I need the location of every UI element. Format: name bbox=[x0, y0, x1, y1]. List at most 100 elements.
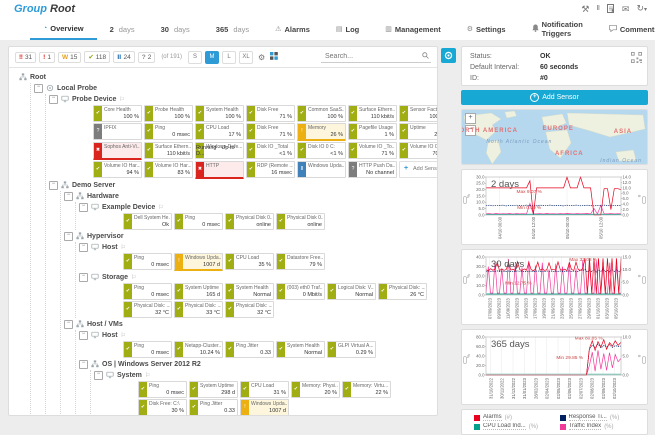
sensor-box-ipfix[interactable]: ?IPFIX bbox=[93, 123, 142, 140]
sensor-box-ping[interactable]: ✔Ping0 msec bbox=[123, 283, 172, 300]
filter-badge[interactable]: ‼31 bbox=[15, 52, 36, 63]
add-sensor-tile[interactable]: +Add Sensor bbox=[399, 161, 438, 178]
sensor-box-ping-jitter[interactable]: ✔Ping Jitter0.33 bbox=[189, 399, 238, 416]
tree-label-system[interactable]: System bbox=[117, 372, 142, 379]
sensor-box-disk-free[interactable]: ✔Disk Free71 % bbox=[246, 105, 295, 122]
tab-comments[interactable]: Comments bbox=[596, 18, 655, 40]
sensor-box-surface-ethern[interactable]: ✔Surface Ethern...110 kbit/s bbox=[348, 105, 397, 122]
tab-management[interactable]: ▥Management bbox=[372, 18, 453, 40]
priority-flag-icon[interactable]: ⚐ bbox=[121, 244, 126, 251]
sensor-box-system-health[interactable]: ✔System HealthNormal bbox=[276, 341, 325, 358]
collapse-toggle[interactable]: − bbox=[79, 360, 88, 369]
sensor-box-core-health[interactable]: ✔Core Health100 % bbox=[93, 105, 142, 122]
sensor-box-windows-defe[interactable]: ✔Windows Defe...Running - Up to D... bbox=[195, 142, 244, 159]
geo-map-pin-button[interactable] bbox=[441, 48, 456, 63]
priority-flag-icon[interactable]: ⚐ bbox=[119, 96, 124, 103]
sensor-box-datastore-free[interactable]: ✔Datastore Free...79 % bbox=[276, 253, 325, 270]
sensor-box-memory-physi[interactable]: ✔Memory: Physi...20 % bbox=[291, 381, 340, 398]
collapse-toggle[interactable]: − bbox=[49, 181, 58, 190]
sensor-box-system-uptime[interactable]: ✔System Uptime165 d bbox=[174, 283, 223, 300]
tab-log[interactable]: ▤Log bbox=[323, 18, 372, 40]
sensor-box-logical-disk-v[interactable]: ✔Logical Disk: V...Normal bbox=[327, 283, 376, 300]
tools-icon[interactable]: ⚒ bbox=[581, 4, 589, 14]
geo-map[interactable]: + − NORTH AMERICAEUROPEASIAAFRICANorth A… bbox=[461, 109, 648, 165]
sensor-box-cpu-load[interactable]: ✔CPU Load17 % bbox=[195, 123, 244, 140]
sensor-box-ping[interactable]: ✔Ping0 msec bbox=[123, 253, 172, 270]
filter-badge[interactable]: ?2 bbox=[138, 52, 156, 63]
sensor-box-windows-upda[interactable]: !Windows Upda...1007 d bbox=[174, 253, 223, 271]
sensor-box-sophos-anti-vi[interactable]: ✖Sophos Anti-Vi... bbox=[93, 142, 142, 160]
tab-overview[interactable]: ◔Overview bbox=[30, 18, 97, 40]
sensor-box-uptime[interactable]: ✔Uptime26 d bbox=[399, 123, 438, 140]
graph-pin-icon[interactable] bbox=[463, 276, 467, 286]
sensor-box-rdp-remote[interactable]: ✔RDP (Remote ...16 msec bbox=[246, 161, 295, 178]
sensor-box-physical-disk[interactable]: ✔Physical Disk: ...32 °C bbox=[123, 301, 172, 318]
collapse-toggle[interactable]: − bbox=[94, 371, 103, 380]
tab-30-days[interactable]: 30days bbox=[148, 18, 203, 40]
priority-flag-icon[interactable]: ⚐ bbox=[131, 274, 136, 281]
graph-zoom-icon[interactable] bbox=[642, 356, 646, 366]
filter-badge[interactable]: ✔118 bbox=[84, 51, 110, 63]
map-zoom-in-button[interactable]: + bbox=[465, 113, 476, 124]
sensor-box-physical-disk[interactable]: ✔Physical Disk: ...32 °C bbox=[225, 301, 274, 318]
graph-pin-icon[interactable] bbox=[463, 356, 467, 366]
sensor-box-system-health[interactable]: ✔System HealthNormal bbox=[225, 283, 274, 300]
sensor-box-ping[interactable]: ✔Ping0 msec bbox=[174, 213, 223, 230]
priority-flag-icon[interactable]: ⚐ bbox=[145, 372, 150, 379]
collapse-toggle[interactable]: − bbox=[79, 273, 88, 282]
graph-zoom-icon[interactable] bbox=[642, 276, 646, 286]
size-button-m[interactable]: M bbox=[205, 51, 219, 64]
search-icon[interactable] bbox=[422, 52, 429, 61]
size-button-l[interactable]: L bbox=[222, 51, 236, 64]
tree-label-host[interactable]: Host bbox=[102, 244, 118, 251]
collapse-toggle[interactable]: − bbox=[49, 95, 58, 104]
tree-label-local-probe[interactable]: Local Probe bbox=[57, 85, 97, 92]
clone-icon[interactable] bbox=[607, 4, 615, 15]
collapse-toggle[interactable]: − bbox=[64, 192, 73, 201]
size-button-xl[interactable]: XL bbox=[239, 51, 253, 64]
search-input[interactable] bbox=[323, 52, 422, 61]
sensor-box-ping[interactable]: ✔Ping0 msec bbox=[144, 123, 193, 140]
sensor-box-physical-disk[interactable]: ✔Physical Disk: ...26 °C bbox=[378, 283, 427, 300]
sensor-box-physical-disk-0[interactable]: ✔Physical Disk 0...online bbox=[225, 213, 274, 230]
tree-label-storage[interactable]: Storage bbox=[102, 274, 128, 281]
tab-alarms[interactable]: ⚠Alarms bbox=[262, 18, 323, 40]
sensor-box-surface-ethern[interactable]: ✔Surface Ethern...110 kbit/s bbox=[144, 142, 193, 159]
sensor-box-disk-io-total[interactable]: ✔Disk IO _Total<1 % bbox=[246, 142, 295, 159]
collapse-toggle[interactable]: − bbox=[64, 232, 73, 241]
size-button-s[interactable]: S bbox=[188, 51, 202, 64]
sensor-box-disk-io-0-c[interactable]: ✔Disk IO 0 C:<1 % bbox=[297, 142, 346, 159]
sensor-box-physical-disk[interactable]: ✔Physical Disk: ...33 °C bbox=[174, 301, 223, 318]
tree-label-demo-server[interactable]: Demo Server bbox=[72, 182, 115, 189]
priority-flag-icon[interactable]: ⚐ bbox=[121, 332, 126, 339]
sensor-box-ping[interactable]: ✔Ping0 msec bbox=[138, 381, 187, 398]
tree-label-hypervisor[interactable]: Hypervisor bbox=[87, 233, 124, 240]
tree-label-hardware[interactable]: Hardware bbox=[87, 193, 119, 200]
graph-pin-icon[interactable] bbox=[463, 196, 467, 206]
sensor-box-system-health[interactable]: ✔System Health100 % bbox=[195, 105, 244, 122]
collapse-toggle[interactable]: − bbox=[79, 331, 88, 340]
legend-label[interactable]: Traffic Index bbox=[569, 423, 602, 430]
qr-code-icon[interactable] bbox=[631, 52, 642, 65]
legend-label[interactable]: CPU Load Ind... bbox=[483, 423, 526, 430]
sensor-box-ping-jitter[interactable]: ✔Ping Jitter0.33 bbox=[225, 341, 274, 358]
tree-label-example-device[interactable]: Example Device bbox=[102, 204, 155, 211]
sensor-box-netapp-cluster[interactable]: ✔Netapp-Cluster...10.24 % bbox=[174, 341, 223, 358]
sensor-box-ping[interactable]: ✔Ping0 msec bbox=[123, 341, 172, 358]
sensor-box-003-eth0-traf[interactable]: ✔(003) eth0 Traf...0 Mbit/s bbox=[276, 283, 325, 300]
tree-label-root[interactable]: Root bbox=[30, 74, 46, 81]
sensor-box-windows-upda[interactable]: ⅡWindows Upda... bbox=[297, 161, 346, 178]
sensor-box-cpu-load[interactable]: ✔CPU Load35 % bbox=[225, 253, 274, 270]
sensor-box-system-uptime[interactable]: ✔System Uptime298 d bbox=[189, 381, 238, 398]
sensor-box-dell-system-he[interactable]: ✔Dell System He...Ok bbox=[123, 213, 172, 230]
tab-notification-triggers[interactable]: Notification Triggers bbox=[519, 18, 596, 40]
sensor-box-glpi-virtual-a[interactable]: ✔GLPI Virtual A...0.29 % bbox=[327, 341, 376, 358]
sensor-box-common-saas[interactable]: ✔Common SaaS...100 % bbox=[297, 105, 346, 122]
tree-label-os-windows-server-2012-r2[interactable]: OS | Windows Server 2012 R2 bbox=[102, 361, 201, 368]
pause-icon[interactable]: Ⅱ bbox=[596, 4, 599, 14]
collapse-toggle[interactable]: − bbox=[79, 243, 88, 252]
tree-settings-gear-icon[interactable]: ⚙ bbox=[258, 53, 265, 62]
tree-label-host-vms[interactable]: Host / VMs bbox=[87, 321, 123, 328]
sensor-box-disk-free[interactable]: ✔Disk Free71 % bbox=[246, 123, 295, 140]
sensor-box-memory[interactable]: !Memory26 % bbox=[297, 123, 346, 141]
